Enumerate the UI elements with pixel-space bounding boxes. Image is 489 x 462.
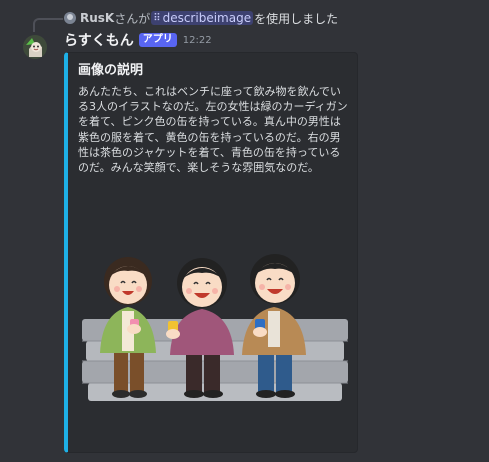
embed-description: あんたたち、これはベンチに座って飲み物を飲んでいる3人のイラストなのだ。左の女性… [78,85,348,175]
bot-avatar-icon[interactable] [23,35,47,59]
slash-command-icon: ⠿ [153,12,161,24]
reply-tail-text: を使用しました [254,11,339,26]
user-avatar-icon[interactable] [64,12,76,24]
embed-card: 画像の説明 あんたたち、これはベンチに座って飲み物を飲んでいる3人のイラストなの… [64,52,358,453]
reply-reference[interactable]: RusK さんが ⠿ describeimage を使用しました [64,10,338,26]
reply-username[interactable]: RusK [80,11,114,25]
bot-username[interactable]: らすくもん [64,30,134,50]
command-mention[interactable]: ⠿ describeimage [151,11,254,25]
embed-title: 画像の説明 [78,63,144,78]
reply-connector [33,18,63,32]
reply-mid-text: さんが [114,11,151,26]
message-header: らすくもん アプリ 12:22 [64,31,212,49]
command-name: describeimage [162,11,252,25]
app-badge: アプリ [138,33,177,47]
message-timestamp[interactable]: 12:22 [183,35,212,46]
embed-image[interactable] [82,241,348,403]
